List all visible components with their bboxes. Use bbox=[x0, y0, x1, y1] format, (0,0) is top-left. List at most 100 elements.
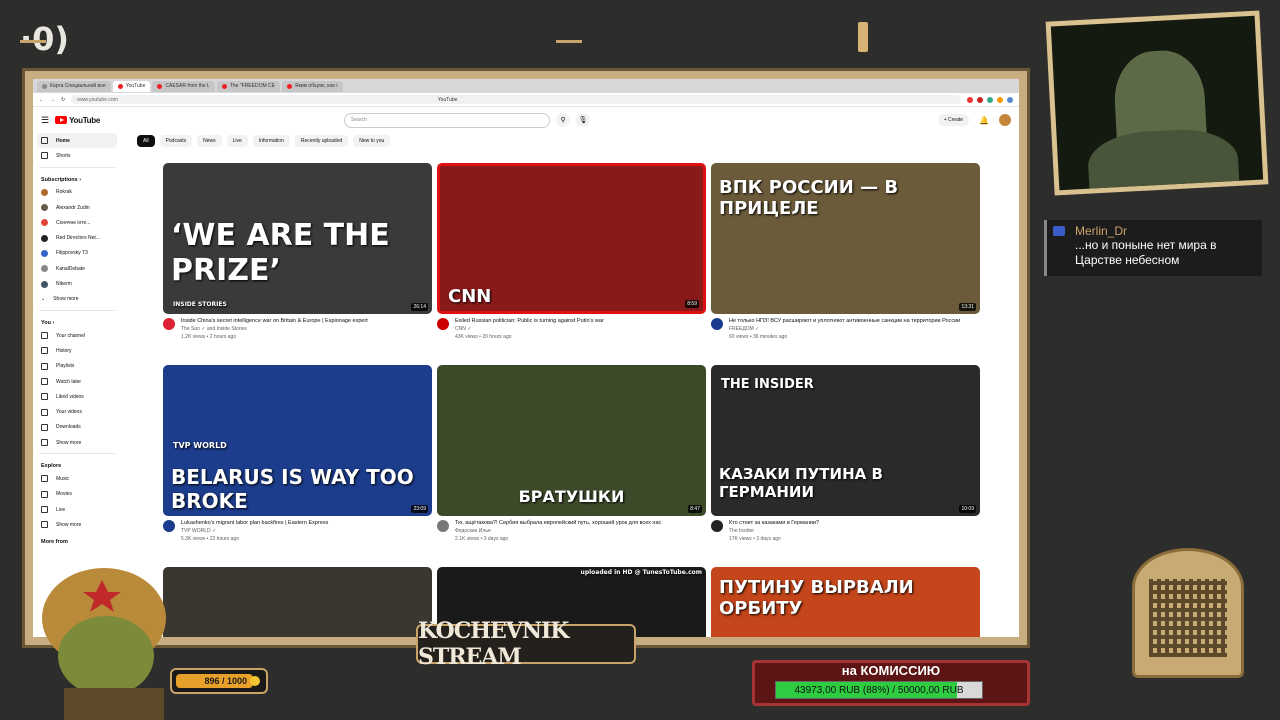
youtube-logo[interactable]: YouTube bbox=[55, 116, 100, 125]
extension-icon[interactable] bbox=[967, 96, 973, 103]
url-field[interactable]: www.youtube.com YouTube bbox=[71, 95, 961, 104]
channel-name[interactable]: The Insider bbox=[729, 527, 819, 535]
reload-icon[interactable]: ↻ bbox=[61, 97, 65, 103]
filter-chip[interactable]: New to you bbox=[353, 135, 391, 147]
search-input[interactable]: Search bbox=[344, 112, 551, 128]
video-card[interactable]: CNN 8:59 Exiled Russian politician: Public… bbox=[437, 163, 706, 341]
filter-chip[interactable]: Live bbox=[226, 135, 248, 147]
video-thumbnail[interactable]: ПУТИНУ ВЫРВАЛИ ОРБИТУ bbox=[711, 567, 980, 637]
donation-title: на КОМИССИЮ bbox=[841, 663, 941, 678]
channel-name[interactable]: The Sun ✓ and Inside Stories bbox=[181, 325, 368, 333]
browser-tab-1[interactable]: YouTube bbox=[112, 80, 151, 92]
mascot-illustration bbox=[42, 568, 166, 720]
sidebar-subscription[interactable]: KanalDebate bbox=[33, 261, 121, 276]
sidebar-item[interactable]: Show more bbox=[33, 435, 121, 450]
sidebar-item[interactable]: Downloads bbox=[33, 420, 121, 435]
channel-name[interactable]: Федоскин Илья bbox=[455, 527, 661, 535]
sidebar-item[interactable]: Show more bbox=[33, 517, 121, 532]
video-card[interactable]: ‘WE ARE THE PRIZE’ INSIDE STORIES 26:14 Ins… bbox=[163, 163, 432, 341]
video-thumbnail[interactable]: BELARUS IS WAY TOO BROKE TVP WORLD 23:09 bbox=[163, 365, 432, 516]
extension-icon[interactable] bbox=[977, 96, 983, 103]
sidebar-subscription[interactable]: Nikerm bbox=[33, 276, 121, 291]
channel-avatar[interactable] bbox=[437, 520, 449, 532]
video-title[interactable]: Exiled Russian politician: Public is tur… bbox=[455, 318, 604, 325]
sidebar-item-icon bbox=[41, 347, 48, 355]
video-duration: 23:09 bbox=[411, 505, 428, 513]
search-icon[interactable]: ⚲ bbox=[556, 113, 571, 127]
back-icon[interactable]: ← bbox=[39, 97, 44, 103]
sidebar-subscription[interactable]: Filippovsky T3 bbox=[33, 246, 121, 261]
video-title[interactable]: Inside China's secret intelligence war o… bbox=[181, 318, 368, 325]
sidebar-item[interactable]: Your channel bbox=[33, 328, 121, 343]
forward-icon[interactable]: → bbox=[50, 97, 55, 103]
filter-chip[interactable]: Information bbox=[252, 135, 290, 147]
channel-name[interactable]: TVP WORLD ✓ bbox=[181, 527, 328, 535]
sidebar-item[interactable]: Playlists bbox=[33, 359, 121, 374]
thumbnail-caption: uploaded in HD @ TunesToTube.com bbox=[580, 569, 702, 576]
sidebar-item[interactable]: Watch later bbox=[33, 374, 121, 389]
video-card[interactable]: ПУТИНУ ВЫРВАЛИ ОРБИТУ bbox=[711, 567, 980, 637]
account-avatar[interactable] bbox=[999, 114, 1011, 126]
video-thumbnail[interactable] bbox=[163, 567, 432, 637]
microphone-icon[interactable]: 🎙 bbox=[576, 113, 591, 127]
video-card[interactable]: BELARUS IS WAY TOO BROKE TVP WORLD 23:09 Lu… bbox=[163, 365, 432, 543]
you-header[interactable]: You › bbox=[33, 314, 121, 328]
sidebar-item-label: Сонячне інте... bbox=[56, 219, 91, 226]
video-thumbnail[interactable]: КАЗАКИ ПУТИНА В ГЕРМАНИИ THE INSIDER 10:09 bbox=[711, 365, 980, 516]
thumbnail-headline: ВПК РОССИИ — В ПРИЦЕЛЕ bbox=[719, 177, 899, 219]
channel-avatar[interactable] bbox=[437, 318, 449, 330]
create-button[interactable]: + Create bbox=[937, 114, 970, 126]
channel-name[interactable]: CNN ✓ bbox=[455, 325, 604, 333]
sidebar-subscription[interactable]: Сонячне інте... bbox=[33, 215, 121, 230]
channel-avatar[interactable] bbox=[163, 520, 175, 532]
video-title[interactable]: Тю, ащётакова?! Сербия выбрала европейск… bbox=[455, 520, 661, 527]
video-card[interactable] bbox=[163, 567, 432, 637]
extension-icon[interactable] bbox=[997, 96, 1003, 103]
browser-tab-3[interactable]: The "FREEDOM CE bbox=[216, 80, 280, 92]
sidebar-item[interactable]: History bbox=[33, 343, 121, 358]
browser-tab-2[interactable]: CAESAR from the L bbox=[152, 80, 215, 92]
filter-chip[interactable]: Recently uploaded bbox=[294, 135, 349, 147]
channel-avatar[interactable] bbox=[711, 318, 723, 330]
sidebar-item-shorts[interactable]: Shorts bbox=[33, 148, 121, 163]
video-title[interactable]: Lukashenko's migrant labor plan backfire… bbox=[181, 520, 328, 527]
filter-chip[interactable]: News bbox=[197, 135, 222, 147]
sidebar-item[interactable]: Live bbox=[33, 502, 121, 517]
video-thumbnail[interactable]: БРАТУШКИ 8:47 bbox=[437, 365, 706, 516]
video-thumbnail[interactable]: ‘WE ARE THE PRIZE’ INSIDE STORIES 26:14 bbox=[163, 163, 432, 314]
video-thumbnail[interactable]: ВПК РОССИИ — В ПРИЦЕЛЕ 13:31 bbox=[711, 163, 980, 314]
video-card[interactable]: БРАТУШКИ 8:47 Тю, ащётакова?! Сербия выбра… bbox=[437, 365, 706, 543]
browser-tab-4[interactable]: Яким обіцяю, кое і bbox=[281, 80, 343, 92]
sidebar-subscription[interactable]: Rokrak bbox=[33, 185, 121, 200]
video-meta-text: Exiled Russian politician: Public is tur… bbox=[455, 318, 604, 341]
filter-chip[interactable]: All bbox=[137, 135, 155, 147]
video-title[interactable]: Не только НПЗ! ВСУ расширяют и уплотняют… bbox=[729, 318, 960, 325]
filter-chip[interactable]: Podcasts bbox=[159, 135, 193, 147]
video-thumbnail[interactable]: CNN 8:59 bbox=[437, 163, 706, 314]
sidebar-subscription[interactable]: Alexandr Zudin bbox=[33, 200, 121, 215]
sidebar-item[interactable]: Liked videos bbox=[33, 389, 121, 404]
webcam-body bbox=[1086, 126, 1241, 196]
sidebar-item[interactable]: Your videos bbox=[33, 404, 121, 419]
subscriptions-header[interactable]: Subscriptions › bbox=[33, 171, 121, 185]
browser-tab-0[interactable]: Карта Специальной вое bbox=[37, 80, 111, 92]
video-title[interactable]: Кто стоит за казаками в Германии? bbox=[729, 520, 819, 527]
sidebar-item[interactable]: Movies bbox=[33, 487, 121, 502]
channel-avatar[interactable] bbox=[711, 520, 723, 532]
sidebar-item[interactable]: Music bbox=[33, 471, 121, 486]
sidebar-show-more[interactable]: ⌄ Show more bbox=[33, 292, 121, 307]
video-card[interactable]: КАЗАКИ ПУТИНА В ГЕРМАНИИ THE INSIDER 10:09… bbox=[711, 365, 980, 543]
header-actions: + Create 🔔 bbox=[937, 114, 1011, 126]
webcam-feed bbox=[1045, 10, 1269, 196]
notifications-bell-icon[interactable]: 🔔 bbox=[979, 116, 989, 125]
sidebar-item-label: Playlists bbox=[56, 363, 75, 370]
sidebar-subscription[interactable]: Red Directors Net... bbox=[33, 230, 121, 245]
profile-icon[interactable] bbox=[1007, 96, 1013, 103]
video-card[interactable]: ВПК РОССИИ — В ПРИЦЕЛЕ 13:31 Не только НПЗ… bbox=[711, 163, 980, 341]
extension-icon[interactable] bbox=[987, 96, 993, 103]
channel-name[interactable]: FREEДОМ ✓ bbox=[729, 325, 960, 333]
sidebar-divider bbox=[39, 166, 115, 168]
channel-avatar[interactable] bbox=[163, 318, 175, 330]
sidebar-item-home[interactable]: Home bbox=[37, 133, 117, 149]
menu-icon[interactable]: ☰ bbox=[41, 115, 49, 126]
